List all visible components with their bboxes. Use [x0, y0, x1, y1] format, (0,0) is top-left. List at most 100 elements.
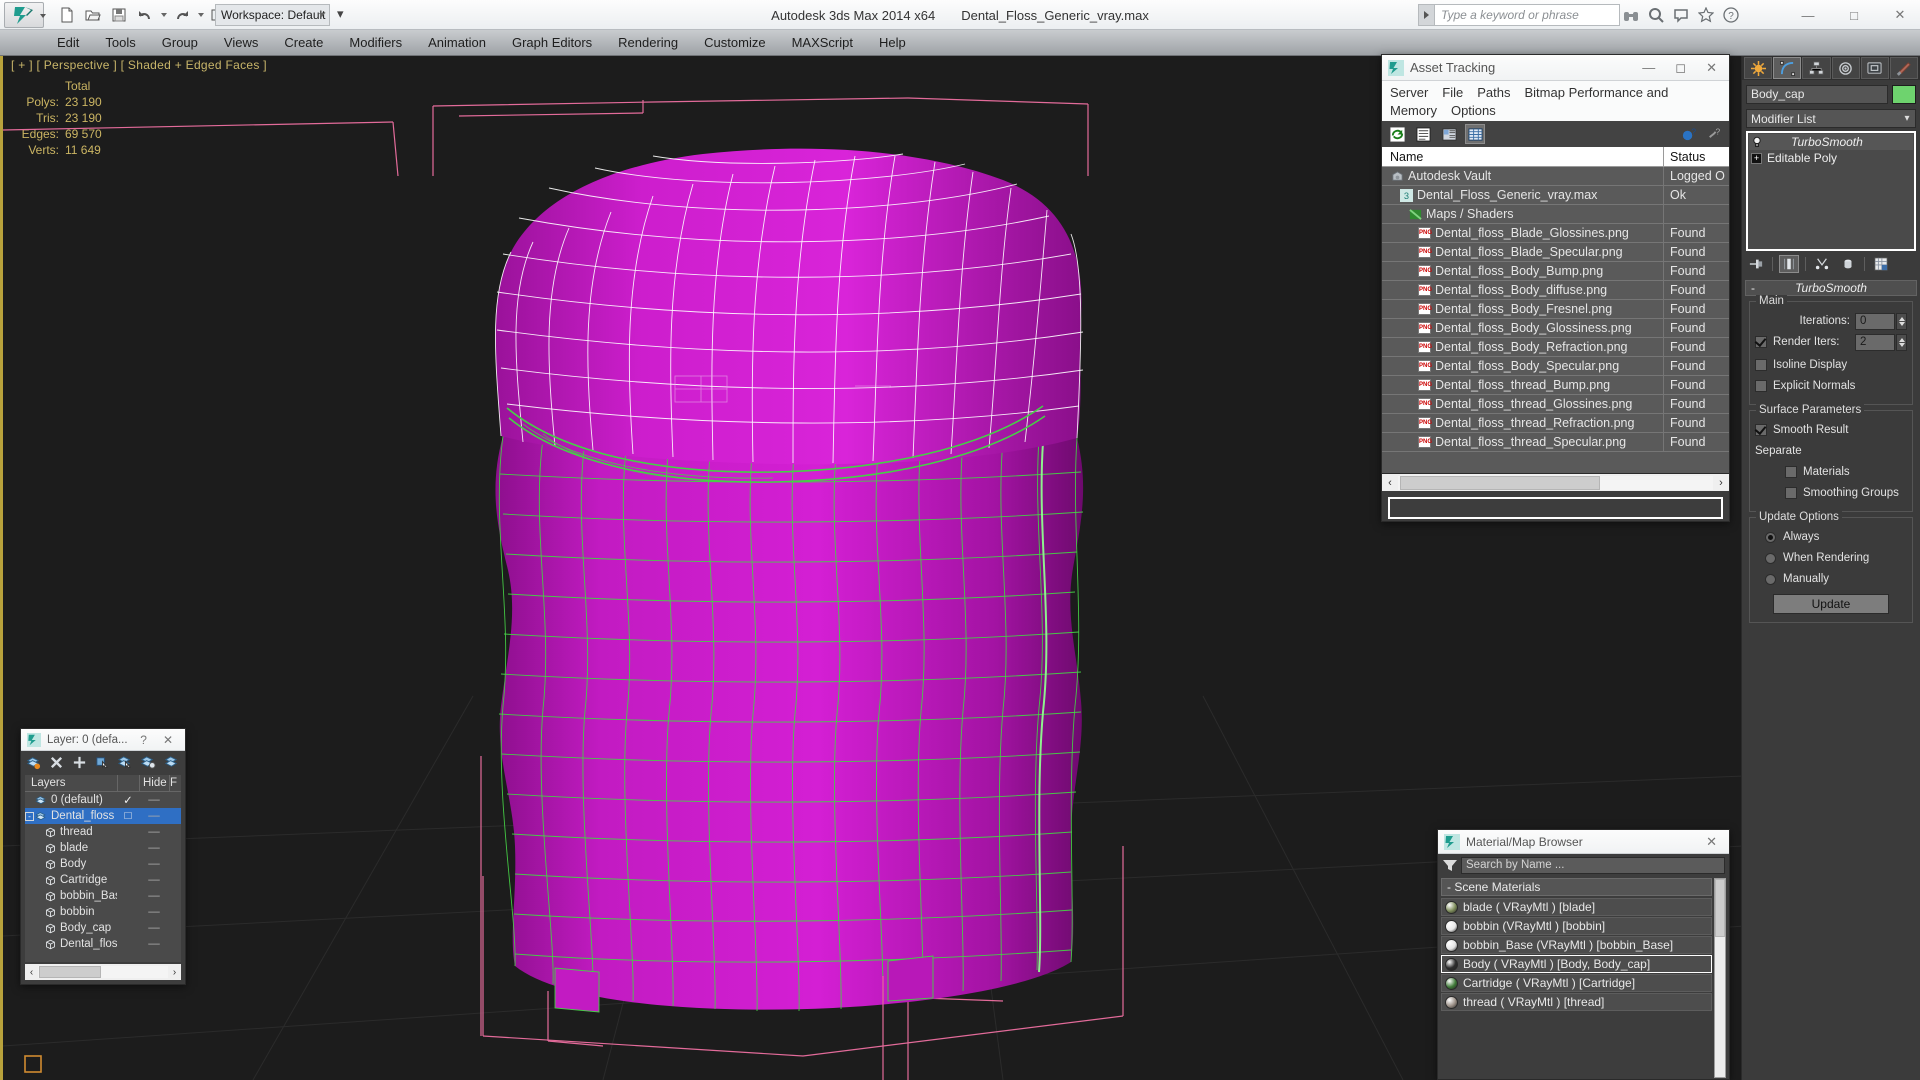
- layer-row[interactable]: bobbin —: [25, 904, 181, 920]
- asset-row-name[interactable]: Dental_floss_Body_Fresnel.png: [1382, 300, 1663, 318]
- layer-scroll-thumb[interactable]: [39, 966, 101, 978]
- new-file-icon[interactable]: [55, 3, 79, 27]
- asset-row-name[interactable]: Dental_floss_thread_Specular.png: [1382, 433, 1663, 451]
- layer-scroll-left-icon[interactable]: ‹: [25, 967, 38, 978]
- asset-row-name[interactable]: Dental_floss_Body_Glossiness.png: [1382, 319, 1663, 337]
- separate-materials-checkbox[interactable]: [1785, 466, 1797, 478]
- asset-row-name[interactable]: Maps / Shaders: [1382, 205, 1663, 223]
- highlight-selected-objects-layer-icon[interactable]: [139, 753, 157, 771]
- menu-item-help[interactable]: Help: [866, 30, 919, 56]
- material-vertical-scrollbar[interactable]: [1714, 878, 1726, 1078]
- asset-row[interactable]: Dental_floss_Body_Specular.png Found: [1382, 357, 1729, 376]
- layer-row-name[interactable]: Dental_floss: [25, 938, 117, 950]
- help-icon[interactable]: ?: [1720, 4, 1742, 26]
- app-menu-button[interactable]: [4, 2, 44, 28]
- close-button[interactable]: ✕: [1890, 5, 1910, 25]
- filter-funnel-icon[interactable]: [1442, 857, 1458, 873]
- separate-smoothing-groups-checkbox[interactable]: [1785, 487, 1797, 499]
- layer-current-toggle[interactable]: □: [117, 810, 139, 822]
- asset-row[interactable]: Dental_floss_Blade_Specular.png Found: [1382, 243, 1729, 262]
- material-row[interactable]: thread ( VRayMtl ) [thread]: [1441, 993, 1712, 1011]
- material-row[interactable]: bobbin (VRayMtl ) [bobbin]: [1441, 917, 1712, 935]
- layer-row-name[interactable]: Body_cap: [25, 922, 117, 934]
- modifier-list-dropdown[interactable]: Modifier List ▾: [1746, 109, 1916, 128]
- menu-item-modifiers[interactable]: Modifiers: [336, 30, 415, 56]
- smooth-result-checkbox[interactable]: [1755, 424, 1767, 436]
- asset-row[interactable]: Dental_floss_Body_Refraction.png Found: [1382, 338, 1729, 357]
- modify-tab[interactable]: [1773, 57, 1802, 79]
- layer-row[interactable]: 0 (default) ✓ —: [25, 792, 181, 808]
- modifier-stack-row[interactable]: + Editable Poly: [1749, 150, 1913, 166]
- asset-row-name[interactable]: Dental_floss_Body_Bump.png: [1382, 262, 1663, 280]
- rollout-toggle-icon[interactable]: -: [1751, 281, 1755, 295]
- motion-tab[interactable]: [1831, 57, 1860, 79]
- asset-row[interactable]: Dental_floss_Body_diffuse.png Found: [1382, 281, 1729, 300]
- asset-row-name[interactable]: Dental_floss_Body_diffuse.png: [1382, 281, 1663, 299]
- scene-materials-list[interactable]: blade ( VRayMtl ) [blade] bobbin (VRayMtl…: [1441, 898, 1712, 1011]
- menu-item-group[interactable]: Group: [149, 30, 211, 56]
- asset-row-name[interactable]: Dental_floss_thread_Bump.png: [1382, 376, 1663, 394]
- asset-row-name[interactable]: Dental_floss_Body_Refraction.png: [1382, 338, 1663, 356]
- layer-col-freeze[interactable]: F: [169, 775, 181, 791]
- layer-hide-toggle[interactable]: —: [139, 906, 169, 918]
- menu-item-edit[interactable]: Edit: [44, 30, 92, 56]
- asset-row-name[interactable]: Dental_floss_thread_Glossines.png: [1382, 395, 1663, 413]
- asset-table-body[interactable]: Autodesk Vault Logged O 3 Dental_Floss_Gene…: [1382, 167, 1729, 473]
- layer-row-name[interactable]: 0 (default): [25, 794, 117, 806]
- search-input[interactable]: Type a keyword or phrase: [1434, 4, 1620, 26]
- select-objects-in-layer-icon[interactable]: [93, 753, 111, 771]
- refresh-icon[interactable]: [1387, 124, 1407, 144]
- menu-item-views[interactable]: Views: [211, 30, 271, 56]
- asset-col-name[interactable]: Name: [1382, 147, 1663, 166]
- menu-item-rendering[interactable]: Rendering: [605, 30, 691, 56]
- update-option-row[interactable]: Always: [1755, 528, 1907, 546]
- material-row[interactable]: Body ( VRayMtl ) [Body, Body_cap]: [1441, 955, 1712, 973]
- redo-dropdown-icon[interactable]: [196, 3, 205, 27]
- asset-row-name[interactable]: Autodesk Vault: [1382, 167, 1663, 185]
- render-iters-checkbox[interactable]: [1755, 336, 1767, 348]
- asset-menu-bitmap-performance-and-memory[interactable]: Bitmap Performance and Memory: [1390, 85, 1668, 118]
- asset-row[interactable]: Dental_floss_thread_Refraction.png Found: [1382, 414, 1729, 433]
- asset-tracking-window[interactable]: Asset Tracking — ◻ ✕ Server File Paths Bitm…: [1381, 54, 1730, 522]
- turbosmooth-rollout-header[interactable]: - TurboSmooth: [1745, 280, 1917, 296]
- layer-scroll-right-icon[interactable]: ›: [168, 967, 181, 978]
- isoline-display-checkbox[interactable]: [1755, 359, 1767, 371]
- layer-row[interactable]: Cartridge —: [25, 872, 181, 888]
- update-option-radio[interactable]: [1765, 531, 1776, 543]
- save-file-icon[interactable]: [107, 3, 131, 27]
- binoculars-icon[interactable]: [1620, 4, 1642, 26]
- scroll-right-icon[interactable]: ›: [1713, 477, 1729, 489]
- scene-materials-group[interactable]: - Scene Materials: [1441, 878, 1712, 896]
- asset-menu-server[interactable]: Server: [1390, 85, 1428, 100]
- layer-row-name[interactable]: Cartridge: [25, 874, 117, 886]
- material-browser-close-button[interactable]: ✕: [1706, 834, 1717, 850]
- object-name-field[interactable]: Body_cap: [1746, 85, 1888, 104]
- asset-row[interactable]: Dental_floss_Body_Glossiness.png Found: [1382, 319, 1729, 338]
- layer-hide-toggle[interactable]: —: [139, 890, 169, 902]
- minimize-button[interactable]: —: [1798, 5, 1818, 25]
- asset-row[interactable]: Dental_floss_Body_Fresnel.png Found: [1382, 300, 1729, 319]
- update-option-radio[interactable]: [1765, 573, 1776, 585]
- layer-current-toggle[interactable]: ✓: [117, 793, 139, 807]
- layer-col-layers[interactable]: Layers: [25, 775, 117, 791]
- set-current-layer-icon[interactable]: [162, 753, 180, 771]
- layer-row[interactable]: - Dental_floss □ —: [25, 808, 181, 824]
- asset-row[interactable]: Dental_floss_Blade_Glossines.png Found: [1382, 224, 1729, 243]
- add-to-layer-icon[interactable]: [70, 753, 88, 771]
- iterations-spinner[interactable]: [1896, 312, 1907, 330]
- hierarchy-tab[interactable]: [1802, 57, 1831, 79]
- layer-row-name[interactable]: blade: [25, 842, 117, 854]
- object-color-swatch[interactable]: [1892, 85, 1916, 104]
- asset-menu-options[interactable]: Options: [1451, 103, 1496, 118]
- asset-row-name[interactable]: 3 Dental_Floss_Generic_vray.max: [1382, 186, 1663, 204]
- update-option-row[interactable]: Manually: [1755, 570, 1907, 588]
- menu-item-animation[interactable]: Animation: [415, 30, 499, 56]
- render-iters-input[interactable]: 2: [1855, 333, 1895, 351]
- asset-maximize-button[interactable]: ◻: [1675, 60, 1686, 76]
- explicit-normals-checkbox[interactable]: [1755, 380, 1767, 392]
- menu-item-maxscript[interactable]: MAXScript: [779, 30, 866, 56]
- asset-row[interactable]: Maps / Shaders: [1382, 205, 1729, 224]
- material-search-input[interactable]: Search by Name ...: [1461, 856, 1725, 874]
- layer-hide-toggle[interactable]: —: [139, 826, 169, 838]
- scroll-left-icon[interactable]: ‹: [1382, 477, 1398, 489]
